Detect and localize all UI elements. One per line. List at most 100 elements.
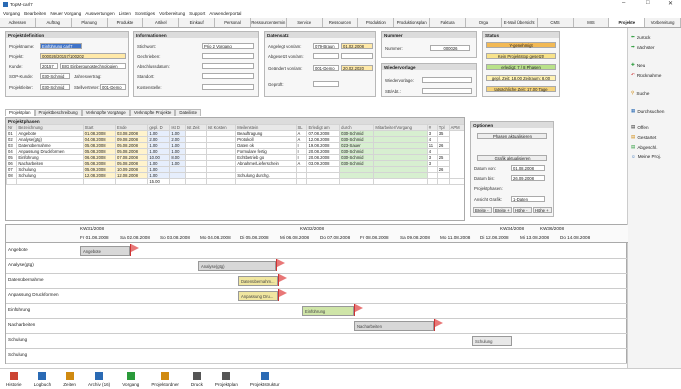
angelegt-by-field[interactable]: 079-Braun [313, 43, 339, 49]
geaendert-at-field[interactable]: 20.02.2020 [341, 65, 373, 71]
bottom-button-6[interactable]: Druck [191, 372, 203, 387]
geprueft-field[interactable] [313, 81, 339, 87]
geaendert-by-field[interactable]: 001-Demo [313, 65, 339, 71]
abschluss-field[interactable] [202, 63, 254, 69]
back-label: zurück [636, 34, 651, 40]
breite-plus-button[interactable]: Breite + [493, 207, 512, 213]
gantt-bar[interactable]: Nacharbeiten [354, 321, 434, 331]
phasen-aktualisieren-button[interactable]: Phasen aktualisieren [477, 133, 547, 139]
subtab-3[interactable]: Verknüpfte Projekte [129, 109, 176, 116]
tab-3[interactable]: Produkte [107, 18, 144, 27]
menu-item-3[interactable]: Auswertungen [85, 11, 114, 16]
subtab-4[interactable]: Dateiliste [175, 109, 202, 116]
bottom-button-1[interactable]: Logbuch [34, 372, 51, 387]
gantt-bar[interactable]: Anpassung Dru... [238, 291, 278, 301]
bottom-button-4[interactable]: Vorgang [122, 372, 139, 387]
menu-item-2[interactable]: Neuer Vorgang [50, 11, 81, 16]
milestone-flag-icon [355, 304, 363, 312]
tab-5[interactable]: Einkauf [179, 18, 216, 27]
tab-12[interactable]: Faktura [430, 18, 466, 27]
filter-abgeschl-button[interactable]: ▤ Abgeschl. [628, 142, 681, 152]
bottom-button-8[interactable]: Projektstruktur [250, 372, 280, 387]
tab-8[interactable]: Service [286, 18, 323, 27]
new-button[interactable]: ✚ Neu [628, 60, 681, 70]
search-label: Suche [636, 90, 650, 96]
tab-14[interactable]: E-Mail Übersicht [501, 18, 538, 27]
durchsuchen-button[interactable]: ▦ Durchsuchen [628, 106, 681, 116]
tab-17[interactable]: Projekte [609, 18, 646, 27]
subtab-0[interactable]: Projektplan [5, 109, 35, 116]
datum-bis-field[interactable]: 26.09.2008 [511, 175, 545, 181]
project-name-field[interactable]: Einführung carl7 [40, 43, 82, 49]
menu-item-8[interactable]: Anwenderportal [209, 11, 241, 16]
bottom-button-7[interactable]: Projektplan [215, 372, 238, 387]
close-icon[interactable]: ✕ [668, 0, 673, 7]
kunde-nr-field[interactable]: 20157 [40, 63, 58, 69]
tab-11[interactable]: Produktionsplan [394, 18, 431, 27]
stellvertreter-field[interactable]: 001-Demo [100, 84, 126, 90]
kostenstelle-field[interactable] [202, 84, 254, 90]
nummer-field[interactable]: 000026 [430, 45, 470, 51]
hoehe-minus-button[interactable]: Höhe - [513, 207, 532, 213]
toolbar-icon [161, 372, 170, 380]
filter-offen-button[interactable]: ▤ Offen [628, 122, 681, 132]
gantt-bar[interactable]: Einführung [302, 306, 354, 316]
tab-6[interactable]: Personal [215, 18, 251, 27]
menu-item-5[interactable]: Sonstiges [135, 11, 155, 16]
sop-field[interactable]: 030-Schmid [40, 73, 70, 79]
stichwort-field[interactable]: Prio 2 Vorgang [202, 43, 254, 49]
angelegt-at-field[interactable]: 01.02.2008 [341, 43, 373, 49]
subtab-1[interactable]: Projektbeschreibung [34, 109, 82, 116]
hoehe-plus-button[interactable]: Höhe + [533, 207, 552, 213]
project-number-field[interactable]: 000026/20157/100202 [40, 53, 126, 59]
tab-16[interactable]: MIS [573, 18, 610, 27]
gantt-bar[interactable]: Angebote [80, 246, 130, 256]
subtab-2[interactable]: Verknüpfte Vorgänge [81, 109, 130, 116]
tab-15[interactable]: CMS [537, 18, 574, 27]
menu-item-1[interactable]: Bearbeiten [24, 11, 46, 16]
menu-item-7[interactable]: Support [189, 11, 205, 16]
gantt-bar[interactable]: Schulung [472, 336, 512, 346]
abgesetzt-at-field[interactable] [341, 53, 373, 59]
durchsuchen-label: Durchsuchen [637, 108, 665, 114]
sb-field[interactable] [422, 88, 472, 94]
kunde-field[interactable]: BIG Einbergungstechnologien [60, 63, 126, 69]
tab-1[interactable]: Auftrag [35, 18, 72, 27]
menu-item-0[interactable]: Vorgang [3, 11, 20, 16]
datum-von-field[interactable]: 01.08.2008 [511, 165, 545, 171]
tab-10[interactable]: Produktion [358, 18, 395, 27]
ansicht-label: Ansicht Grafik: [474, 197, 502, 202]
tab-2[interactable]: Planung [71, 18, 108, 27]
abgesetzt-by-field[interactable] [313, 53, 339, 59]
wiedervorlage-field[interactable] [422, 77, 472, 83]
ruecknahme-button[interactable]: ↶ Rücknahme [628, 70, 681, 80]
projektleiter-field[interactable]: 030-Schmid [40, 84, 70, 90]
breite-minus-button[interactable]: Breite - [473, 207, 492, 213]
next-button[interactable]: ➡ nächster [628, 42, 681, 52]
search-button[interactable]: ⚲ Suche [628, 88, 681, 98]
filter-gestartet-button[interactable]: ▤ Gestartet [628, 132, 681, 142]
bottom-button-0[interactable]: Historie [6, 372, 22, 387]
tab-4[interactable]: Artikel [143, 18, 180, 27]
tab-0[interactable]: Adressen [0, 18, 36, 27]
status-item-0: Y-genehmigt [486, 42, 556, 48]
menu-item-4[interactable]: Listen [119, 11, 131, 16]
geschrieben-field[interactable] [202, 53, 254, 59]
bottom-button-2[interactable]: Zeiten [63, 372, 76, 387]
minimize-icon[interactable]: – [622, 0, 625, 6]
grafik-aktualisieren-button[interactable]: Grafik aktualisieren [477, 155, 547, 161]
gantt-bar[interactable]: Analyse(gtg) [198, 261, 276, 271]
bottom-button-3[interactable]: Archiv (16) [88, 372, 110, 387]
tab-18[interactable]: Vorbereitung [645, 18, 681, 27]
tab-9[interactable]: Ressourcen [322, 18, 359, 27]
menu-item-6[interactable]: Vorbereitung [159, 11, 185, 16]
bottom-button-5[interactable]: Projektordner [151, 372, 179, 387]
maximize-icon[interactable]: □ [646, 0, 650, 6]
ansicht-select[interactable]: 1-Daten [511, 196, 545, 202]
standort-field[interactable] [202, 73, 254, 79]
gantt-bar[interactable]: Datenübernahm... [238, 276, 278, 286]
tab-13[interactable]: Orga [465, 18, 502, 27]
tab-7[interactable]: Ressourcentermin [250, 18, 287, 27]
filter-meine-button[interactable]: ☺ Meine Proj. [628, 152, 681, 161]
back-button[interactable]: ⬅ zurück [628, 32, 681, 42]
